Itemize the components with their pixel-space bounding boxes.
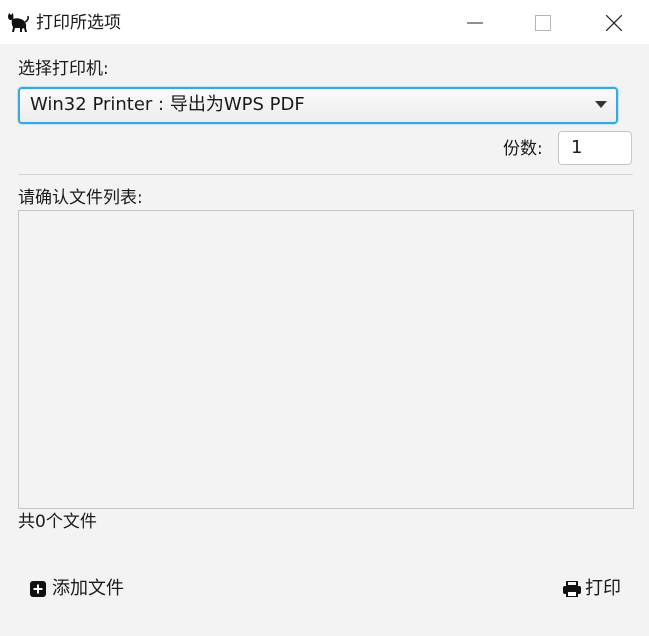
maximize-icon [535,15,551,31]
close-button[interactable] [594,8,634,38]
plus-square-icon [30,581,46,597]
copies-value: 1 [571,137,583,158]
file-list[interactable] [18,210,634,509]
add-file-button[interactable]: 添加文件 [30,578,130,602]
printer-icon [563,581,581,597]
file-count-text: 共0个文件 [18,512,97,532]
window-title: 打印所选项 [36,13,121,33]
black-cat-icon [6,12,30,34]
file-list-label: 请确认文件列表: [18,188,143,208]
printer-label: 选择打印机: [18,59,109,79]
maximize-button[interactable] [523,8,563,38]
minimize-button[interactable] [455,8,495,38]
printer-selected-value: Win32 Printer : 导出为WPS PDF [30,94,305,115]
chevron-down-icon [595,101,607,108]
divider [18,174,633,175]
copies-input[interactable]: 1 [558,131,632,165]
printer-select[interactable]: Win32 Printer : 导出为WPS PDF [18,87,618,124]
minimize-icon [467,22,483,24]
title-bar: 打印所选项 [0,0,649,44]
print-button[interactable]: 打印 [563,578,627,602]
copies-label: 份数: [503,139,543,159]
print-label: 打印 [585,578,621,599]
close-icon [606,15,622,31]
add-file-label: 添加文件 [52,578,124,599]
